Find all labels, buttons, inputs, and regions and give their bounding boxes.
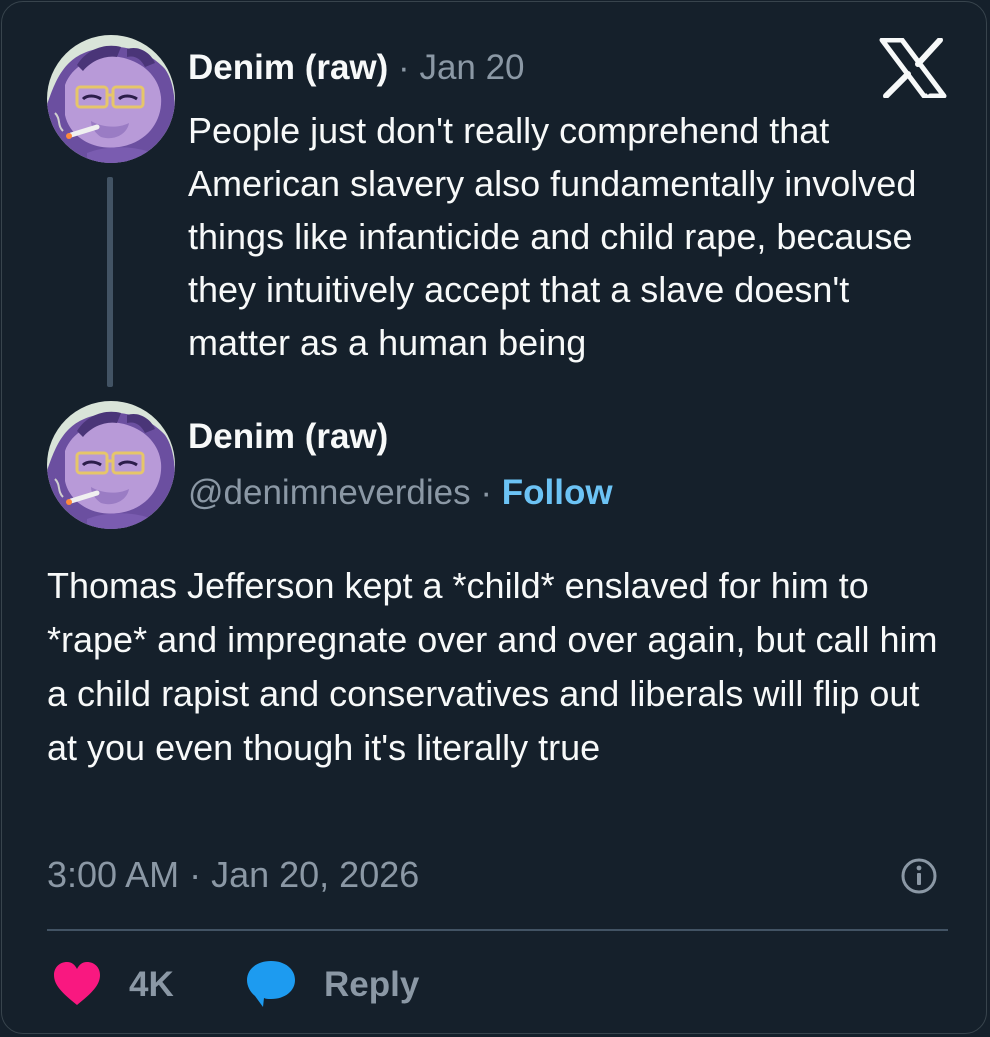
post-card: Denim (raw) · Jan 20 People just don't r… <box>1 1 987 1034</box>
heart-icon[interactable] <box>52 961 102 1007</box>
reply-button[interactable]: Reply <box>324 963 419 1007</box>
avatar-illustration-icon <box>47 401 175 529</box>
author-handle-row: @denimneverdies · Follow <box>188 471 613 515</box>
quoted-post-text: People just don't really comprehend that… <box>188 110 917 363</box>
header-separator: · <box>398 48 410 87</box>
avatar[interactable] <box>47 401 175 529</box>
speech-bubble-icon[interactable] <box>245 959 297 1009</box>
quoted-post-header: Denim (raw) · Jan 20 <box>188 46 525 90</box>
info-icon[interactable] <box>900 857 938 895</box>
like-count[interactable]: 4K <box>129 963 174 1007</box>
divider <box>47 929 948 931</box>
post-date[interactable]: Jan 20 <box>419 48 524 87</box>
avatar[interactable] <box>47 35 175 163</box>
author-handle[interactable]: @denimneverdies <box>188 473 471 512</box>
thread-connector-line <box>107 177 113 387</box>
author-name[interactable]: Denim (raw) <box>188 48 388 87</box>
post-timestamp[interactable]: 3:00 AM · Jan 20, 2026 <box>47 853 419 897</box>
x-logo-icon[interactable] <box>878 38 948 98</box>
handle-separator: · <box>480 473 493 512</box>
follow-button[interactable]: Follow <box>502 473 613 512</box>
main-post-text: Thomas Jefferson kept a *child* enslaved… <box>47 565 938 768</box>
author-name[interactable]: Denim (raw) <box>188 415 388 459</box>
avatar-illustration-icon <box>47 35 175 163</box>
